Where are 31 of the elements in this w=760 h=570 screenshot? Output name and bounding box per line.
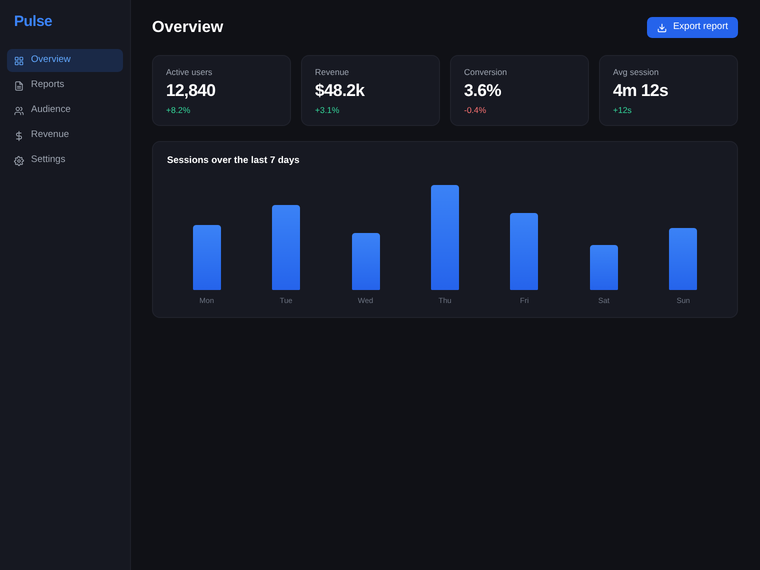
chart-bar [590, 245, 618, 290]
logo: Pulse [13, 12, 54, 32]
chart-bar [669, 228, 698, 290]
nav-item[interactable]: Audience [7, 99, 123, 122]
download-icon [657, 22, 668, 32]
stat-value: $48.2k [315, 81, 366, 101]
stat-label: Conversion [464, 67, 508, 78]
stat-change: +3.1% [315, 105, 340, 116]
nav-item[interactable]: Overview [7, 49, 123, 72]
page-title: Overview [152, 18, 224, 38]
settings-icon [14, 156, 24, 166]
nav-item[interactable]: Settings [7, 149, 123, 172]
dollar-icon [14, 130, 24, 140]
stat-change: -0.4% [464, 105, 488, 116]
chart-bar [352, 233, 380, 290]
stat-change: +12s [613, 105, 633, 116]
chart-bar [192, 225, 221, 290]
nav-item[interactable]: Reports [7, 74, 123, 97]
stat-value: 12,840 [166, 81, 216, 101]
grid-icon [14, 56, 24, 66]
stat-label: Active users [166, 67, 214, 78]
nav-item[interactable]: Revenue [7, 124, 123, 147]
stat-label: Revenue [315, 67, 350, 78]
stat-value: 3.6% [464, 81, 502, 101]
document-icon [14, 80, 24, 90]
export-button[interactable]: Export report [647, 17, 738, 38]
stat-change: +8.2% [166, 105, 192, 116]
stat-value: 4m 12s [613, 81, 670, 101]
users-icon [14, 106, 24, 116]
stat-label: Avg session [613, 67, 660, 78]
chart-title: Sessions over the last 7 days [167, 154, 301, 168]
